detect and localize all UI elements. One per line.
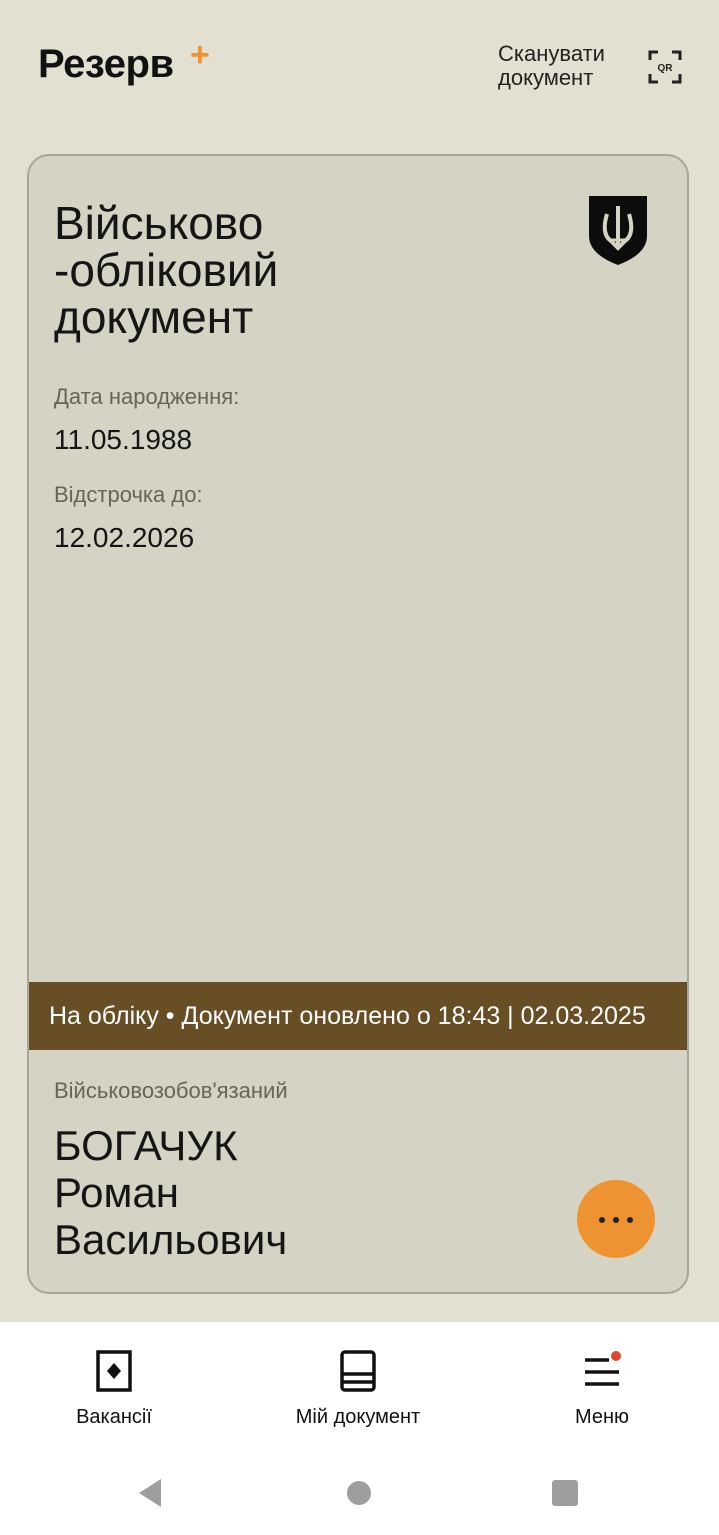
nav-vacancies-label: Вакансії	[76, 1406, 152, 1428]
qr-scan-icon: QR	[648, 50, 682, 84]
home-circle-icon[interactable]	[339, 1473, 379, 1513]
vacancies-icon	[96, 1350, 132, 1392]
document-card[interactable]: Військово -обліковий документ Дата народ…	[27, 154, 689, 1294]
nav-my-document[interactable]: Мій документ	[258, 1348, 458, 1434]
deferral-value: 12.02.2026	[54, 522, 195, 553]
document-icon	[340, 1350, 376, 1392]
app-header: Резерв + Сканувати документ QR	[0, 0, 719, 140]
more-dots-icon	[599, 1217, 605, 1223]
scan-document-label: Сканувати документ	[498, 41, 605, 90]
nav-menu-label: Меню	[574, 1406, 630, 1428]
app-logo: Резерв	[38, 42, 174, 86]
birth-date-value: 11.05.1988	[54, 424, 193, 455]
system-navigation-bar	[0, 1455, 719, 1535]
nav-menu[interactable]: Меню	[502, 1348, 702, 1434]
surname: БОГАЧУК	[54, 1122, 238, 1169]
more-dot	[613, 1217, 619, 1223]
status-ticker: На обліку • Документ оновлено о 18:43 | …	[29, 982, 687, 1050]
notification-dot	[611, 1351, 621, 1361]
deferral-label: Відстрочка до:	[54, 482, 203, 507]
person-name: БОГАЧУК Роман Васильович	[54, 1122, 287, 1263]
birth-date-label: Дата народження:	[54, 384, 240, 409]
scan-document-button[interactable]: Сканувати документ QR	[498, 42, 688, 98]
more-actions-button[interactable]	[577, 1180, 655, 1258]
status-text: На обліку • Документ оновлено о 18:43 | …	[49, 1002, 646, 1030]
recents-square-icon[interactable]	[545, 1473, 585, 1513]
nav-my-document-label: Мій документ	[295, 1406, 421, 1428]
hamburger-menu-icon	[585, 1351, 621, 1386]
document-title: Військово -обліковий документ	[54, 197, 279, 343]
patronymic: Васильович	[54, 1216, 288, 1263]
nav-vacancies[interactable]: Вакансії	[14, 1348, 214, 1434]
back-triangle-icon[interactable]	[131, 1473, 171, 1513]
more-dot	[627, 1217, 633, 1223]
logo-plus-mark: +	[190, 36, 210, 74]
person-role: Військовозобов'язаний	[54, 1078, 288, 1103]
trident-emblem-icon	[589, 196, 647, 265]
qr-label: QR	[658, 63, 674, 74]
first-name: Роман	[54, 1169, 179, 1216]
